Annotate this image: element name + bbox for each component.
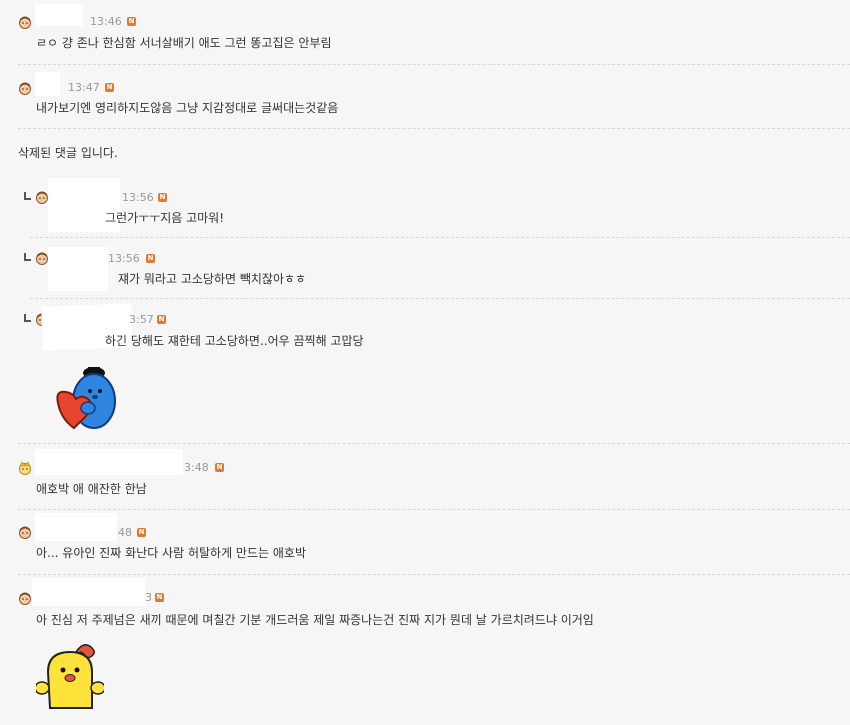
divider: [18, 509, 850, 510]
new-badge: N: [155, 593, 164, 602]
new-badge: N: [137, 528, 146, 537]
comment-time: 13:56: [122, 191, 154, 204]
avatar-icon[interactable]: [18, 525, 32, 539]
new-badge: N: [127, 17, 136, 26]
comment-time: 3:57: [129, 313, 154, 326]
comment-text: 쟤가 뭐라고 고소당하면 빽치잖아ㅎㅎ: [118, 272, 307, 286]
new-badge: N: [215, 463, 224, 472]
divider: [30, 237, 850, 238]
new-badge: N: [158, 193, 167, 202]
comment-text: 아 진심 저 주제넘은 새끼 때문에 며칠간 기분 개드러움 제일 짜증나는건 …: [36, 613, 594, 627]
new-badge: N: [146, 254, 155, 263]
comment-time: 13:47: [68, 81, 100, 94]
username-mask: [35, 513, 117, 541]
username-mask: [35, 4, 83, 26]
reply-arrow-icon: [24, 192, 31, 200]
divider: [18, 128, 850, 129]
username-mask: [32, 578, 145, 606]
reply-arrow-icon: [24, 314, 31, 322]
avatar-icon[interactable]: [35, 251, 49, 265]
reply-arrow-icon: [24, 253, 31, 261]
comment-time: 48: [118, 526, 132, 539]
comment-time: 13:46: [90, 15, 122, 28]
divider: [18, 443, 850, 444]
divider: [18, 574, 850, 575]
comment-text: 그런가ㅜㅜ지음 고마워!: [105, 211, 225, 225]
comment-text: 아... 유아인 진짜 화난다 사람 허탈하게 만드는 애호박: [36, 546, 306, 560]
deleted-comment-text: 삭제된 댓글 입니다.: [18, 146, 118, 160]
comment-time: 13:56: [108, 252, 140, 265]
avatar-icon[interactable]: [18, 81, 32, 95]
avatar-icon[interactable]: [18, 15, 32, 29]
divider: [18, 64, 850, 65]
avatar-icon[interactable]: [35, 190, 49, 204]
new-badge: N: [157, 315, 166, 324]
avatar-icon[interactable]: [18, 461, 32, 475]
username-mask: [35, 449, 183, 475]
yellow-chick-sticker: [36, 644, 104, 709]
divider: [30, 298, 850, 299]
blue-character-heart-sticker: [56, 367, 116, 430]
comment-text: 애호박 애 애잔한 한남: [36, 482, 147, 496]
comment-time: 3:48: [184, 461, 209, 474]
new-badge: N: [105, 83, 114, 92]
username-mask: [35, 72, 60, 96]
comment-text: 내가보기엔 영리하지도않음 그냥 지감정대로 글써대는것같음: [36, 101, 339, 115]
comment-time: 3: [145, 591, 152, 604]
comment-text: ㄹㅇ 걍 존나 한심함 서너살배기 애도 그런 똥고집은 안부림: [36, 36, 332, 50]
username-mask: [48, 247, 108, 291]
avatar-icon[interactable]: [18, 591, 32, 605]
comment-text: 하긴 당해도 쟤한테 고소당하면..어우 끔찍해 고맙당: [105, 334, 364, 348]
